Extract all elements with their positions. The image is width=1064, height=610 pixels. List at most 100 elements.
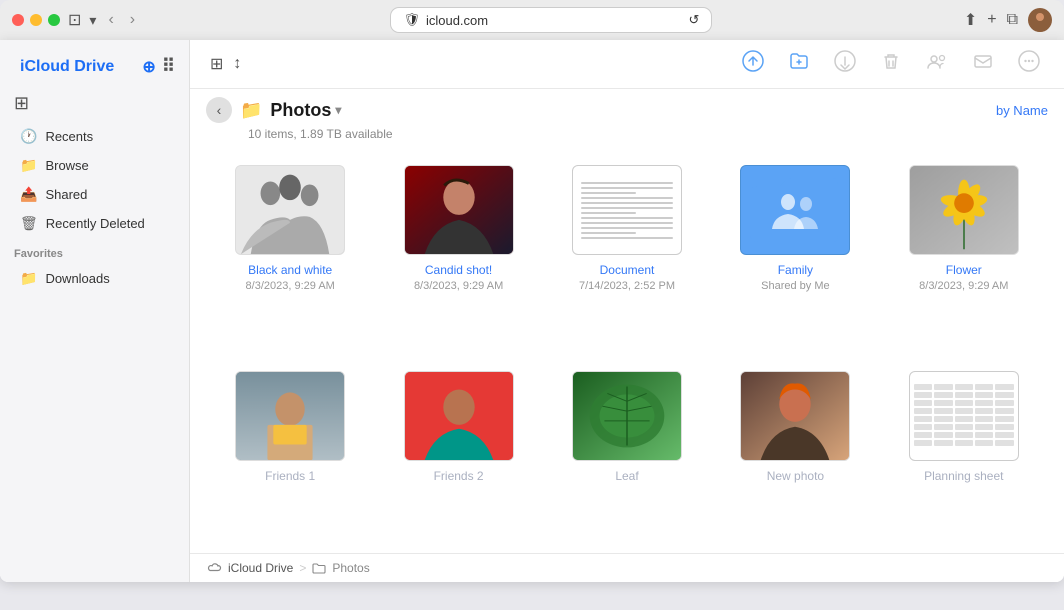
content-area: ⊞ ↕ — [190, 40, 1064, 582]
file-name-leaf: Leaf — [615, 469, 638, 483]
sidebar: iCloud Drive ⊕ ⠿ ⊞ 🕐 Recents 📁 Browse 📤 … — [0, 40, 190, 582]
browse-icon: 📁 — [20, 157, 37, 174]
content-toolbar: ⊞ ↕ — [190, 40, 1064, 89]
file-item-planning-sheet[interactable]: Planning sheet — [888, 363, 1040, 537]
sidebar-toggle-button[interactable]: ⊡ — [68, 10, 81, 30]
favorites-section-label: Favorites — [0, 238, 189, 264]
file-thumbnail-candid-shot — [404, 165, 514, 255]
sidebar-item-shared[interactable]: 📤 Shared — [6, 181, 183, 208]
icloud-drive-label: iCloud Drive — [20, 58, 114, 76]
add-icloud-button[interactable]: ⊕ — [142, 57, 155, 77]
file-meta-candid-shot: 8/3/2023, 9:29 AM — [414, 279, 503, 294]
file-item-black-and-white[interactable]: Black and white 8/3/2023, 9:29 AM — [214, 157, 366, 347]
downloads-label: Downloads — [45, 271, 109, 286]
sidebar-brand: iCloud Drive ⊕ ⠿ — [0, 52, 189, 89]
file-name-flower: Flower — [946, 263, 982, 277]
grid-view-button[interactable]: ⊞ — [206, 52, 227, 76]
file-thumbnail-black-and-white — [235, 165, 345, 255]
delete-button[interactable] — [872, 48, 910, 80]
sidebar-item-browse[interactable]: 📁 Browse — [6, 152, 183, 179]
file-name-family: Family — [778, 263, 813, 277]
sidebar-collapse-button[interactable]: ⊞ — [0, 89, 189, 118]
url-text: icloud.com — [426, 13, 488, 28]
file-thumbnail-family — [740, 165, 850, 255]
folder-name-text: Photos — [270, 100, 331, 121]
folder-dropdown-icon[interactable]: ▾ — [335, 103, 341, 117]
folder-bc-icon — [312, 561, 326, 575]
breadcrumb-current: Photos — [332, 561, 369, 575]
file-meta-flower: 8/3/2023, 9:29 AM — [919, 279, 1008, 294]
file-item-family[interactable]: Family Shared by Me — [719, 157, 871, 347]
folder-title: Photos ▾ — [270, 100, 341, 121]
file-item-friends2[interactable]: Friends 2 — [382, 363, 534, 537]
sidebar-item-recently-deleted[interactable]: 🗑 Recently Deleted — [6, 210, 183, 237]
tab-options-button[interactable]: ▾ — [89, 12, 96, 29]
tabs-overview-button[interactable]: ⧉ — [1007, 11, 1018, 29]
file-item-document[interactable]: Document 7/14/2023, 2:52 PM — [551, 157, 703, 347]
breadcrumb-icloud[interactable]: iCloud Drive — [228, 561, 293, 575]
shield-icon: 🛡 — [403, 12, 420, 28]
forward-button[interactable]: › — [126, 9, 139, 31]
breadcrumb-separator: > — [299, 561, 306, 575]
items-count: 10 items, 1.89 TB available — [190, 127, 1064, 149]
download-button[interactable] — [826, 48, 864, 80]
recents-icon: 🕐 — [20, 128, 37, 145]
shared-label: Shared — [45, 187, 87, 202]
shared-icon: 📤 — [20, 186, 37, 203]
icloud-icon — [206, 560, 222, 576]
file-meta-document: 7/14/2023, 2:52 PM — [579, 279, 675, 294]
sidebar-item-recents[interactable]: 🕐 Recents — [6, 123, 183, 150]
file-meta-family: Shared by Me — [761, 279, 829, 294]
file-item-new-photo[interactable]: New photo — [719, 363, 871, 537]
file-name-candid-shot: Candid shot! — [425, 263, 492, 277]
file-name-document: Document — [600, 263, 655, 277]
share-browser-button[interactable]: ⬆ — [964, 10, 977, 30]
file-name-new-photo: New photo — [767, 469, 824, 483]
upload-button[interactable] — [734, 48, 772, 80]
file-item-friends1[interactable]: Friends 1 — [214, 363, 366, 537]
file-grid: Black and white 8/3/2023, 9:29 AM Candid… — [190, 149, 1064, 553]
bottom-breadcrumb: iCloud Drive > Photos — [190, 553, 1064, 582]
email-button[interactable] — [964, 48, 1002, 80]
traffic-lights — [12, 14, 60, 26]
new-folder-button[interactable] — [780, 48, 818, 80]
sort-button[interactable]: ↕ — [229, 53, 245, 75]
minimize-button[interactable] — [30, 14, 42, 26]
recently-deleted-label: Recently Deleted — [46, 216, 145, 231]
trash-icon: 🗑 — [20, 215, 38, 232]
sidebar-item-downloads[interactable]: 📁 Downloads — [6, 265, 183, 292]
file-name-planning-sheet: Planning sheet — [924, 469, 1003, 483]
file-name-friends1: Friends 1 — [265, 469, 315, 483]
file-thumbnail-flower — [909, 165, 1019, 255]
file-meta-black-and-white: 8/3/2023, 9:29 AM — [246, 279, 335, 294]
file-thumbnail-new-photo — [740, 371, 850, 461]
file-name-black-and-white: Black and white — [248, 263, 332, 277]
more-actions-button[interactable] — [1010, 48, 1048, 80]
new-tab-button[interactable]: + — [987, 11, 996, 29]
recents-label: Recents — [45, 129, 93, 144]
grid-apps-button[interactable]: ⠿ — [162, 56, 175, 77]
collaborate-button[interactable] — [918, 48, 956, 80]
sort-by-label[interactable]: by Name — [996, 103, 1048, 118]
browse-label: Browse — [45, 158, 88, 173]
file-name-friends2: Friends 2 — [434, 469, 484, 483]
file-thumbnail-friends1 — [235, 371, 345, 461]
file-item-leaf[interactable]: Leaf — [551, 363, 703, 537]
folder-icon: 📁 — [240, 100, 262, 121]
file-thumbnail-document — [572, 165, 682, 255]
file-item-flower[interactable]: Flower 8/3/2023, 9:29 AM — [888, 157, 1040, 347]
breadcrumb-area: ‹ 📁 Photos ▾ by Name — [190, 89, 1064, 127]
file-item-candid-shot[interactable]: Candid shot! 8/3/2023, 9:29 AM — [382, 157, 534, 347]
file-thumbnail-planning-sheet — [909, 371, 1019, 461]
maximize-button[interactable] — [48, 14, 60, 26]
back-button[interactable]: ‹ — [104, 9, 117, 31]
view-toggle: ⊞ ↕ — [206, 52, 245, 76]
close-button[interactable] — [12, 14, 24, 26]
panel-icon: ⊞ — [14, 93, 29, 114]
avatar[interactable] — [1028, 8, 1052, 32]
refresh-icon[interactable]: ↺ — [689, 12, 700, 28]
back-folder-button[interactable]: ‹ — [206, 97, 232, 123]
downloads-icon: 📁 — [20, 270, 37, 287]
file-thumbnail-leaf — [572, 371, 682, 461]
address-bar[interactable]: 🛡 icloud.com ↺ — [391, 8, 711, 32]
